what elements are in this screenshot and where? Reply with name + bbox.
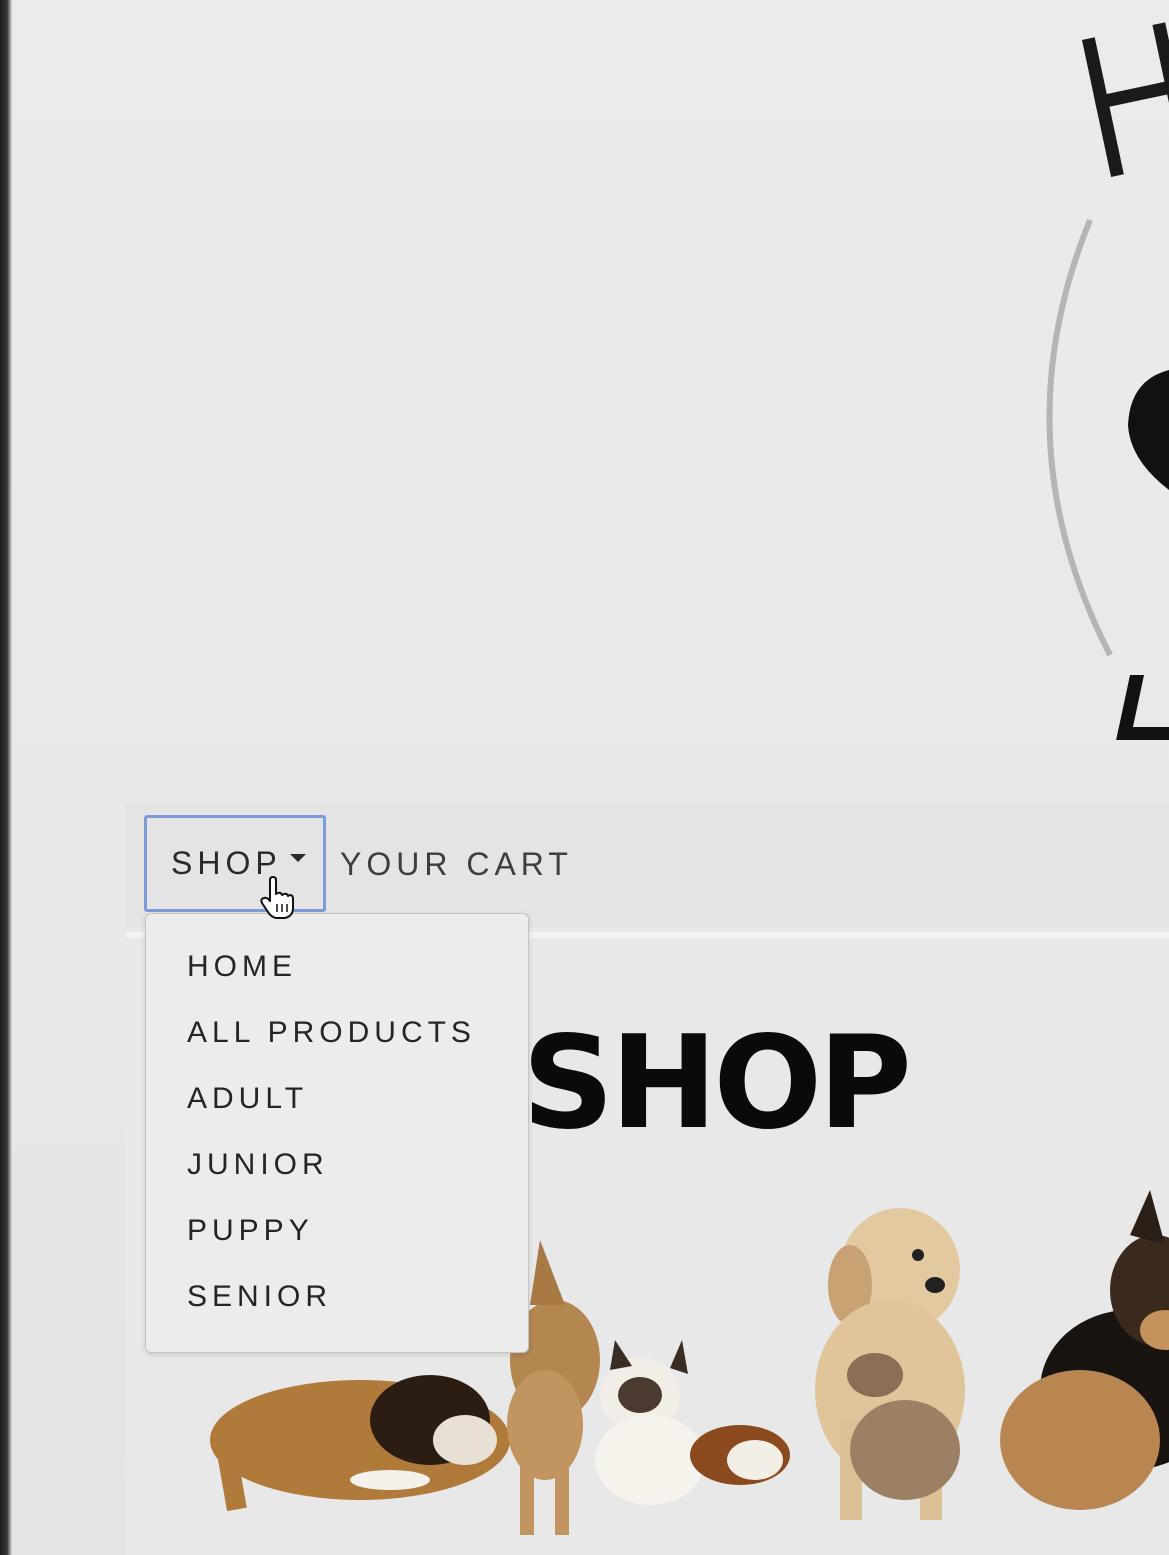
- site-logo[interactable]: H D: [1000, 20, 1169, 740]
- dropdown-item-home[interactable]: HOME: [146, 944, 528, 1010]
- shop-dropdown-toggle[interactable]: SHOP: [144, 815, 326, 912]
- shop-dropdown-menu: HOME ALL PRODUCTS ADULT JUNIOR PUPPY SEN…: [145, 913, 529, 1353]
- dropdown-item-junior[interactable]: JUNIOR: [146, 1142, 528, 1208]
- hand-pointer-icon: [258, 876, 298, 920]
- caret-down-icon: [289, 853, 306, 862]
- banner-title: SHOP: [522, 1009, 912, 1158]
- page: H D SHOP YOUR CART SHOP: [0, 0, 1169, 1555]
- dropdown-item-senior[interactable]: SENIOR: [146, 1274, 528, 1340]
- dropdown-item-all-products[interactable]: ALL PRODUCTS: [146, 1010, 528, 1076]
- your-cart-link[interactable]: YOUR CART: [340, 846, 573, 883]
- dropdown-item-puppy[interactable]: PUPPY: [146, 1208, 528, 1274]
- dropdown-item-adult[interactable]: ADULT: [146, 1076, 528, 1142]
- screen-bezel: [0, 0, 12, 1555]
